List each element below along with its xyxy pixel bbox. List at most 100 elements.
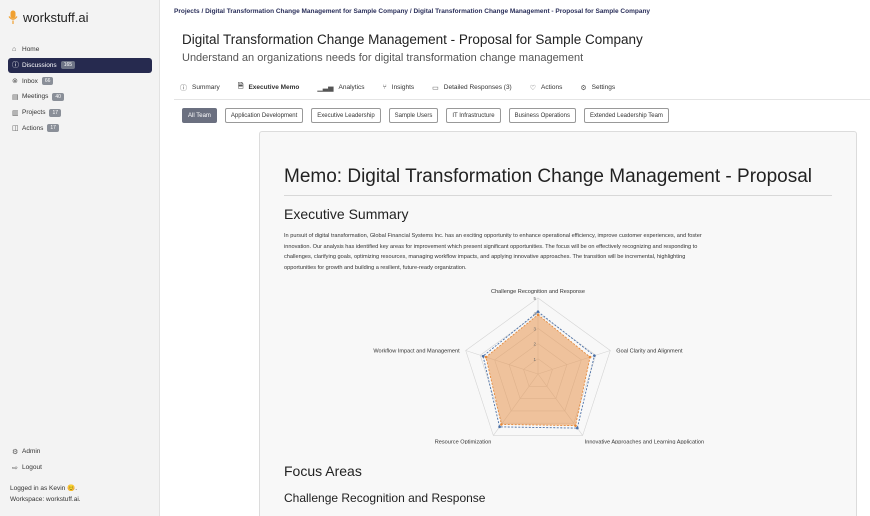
network-icon: ⑂ [382,84,387,91]
tab-label: Actions [541,84,563,91]
count-badge: 40 [52,92,64,101]
tab-bar: ⓘ Summary 🗎 Executive Memo ▁▃▅ Analytics… [180,82,633,93]
inbox-icon: ⊗ [12,78,18,86]
summary-line: innovation. Our analysis has identified … [284,243,698,250]
tab-summary[interactable]: ⓘ Summary [180,82,220,93]
radar-axis-label: Challenge Recognition and Response [491,289,585,295]
radar-data-point [593,354,596,357]
tab-divider [174,99,870,100]
radar-tick-label: 5 [533,296,536,301]
page-subtitle: Understand an organizations needs for di… [182,52,584,64]
actions-icon: ◫ [12,125,19,133]
radar-chart: 12345Challenge Recognition and ResponseG… [373,289,704,444]
radar-series-area [485,314,591,427]
radar-axis-label: Goal Clarity and Alignment [616,349,683,355]
filter-it-infrastructure[interactable]: IT Infrastructure [446,108,501,123]
focus-areas-heading: Focus Areas [284,463,362,479]
sidebar: workstuff.ai ⌂ Home ⓘ Discussions 165 ⊗ … [0,0,160,516]
tab-settings[interactable]: ⚙ Settings [580,82,615,93]
brand[interactable]: workstuff.ai [8,10,89,25]
summary-line: In pursuit of digital transformation, Gl… [284,233,702,239]
sidebar-item-label: Home [22,46,40,53]
tab-analytics[interactable]: ▁▃▅ Analytics [317,82,364,93]
tab-label: Detailed Responses (3) [443,84,512,91]
sidebar-nav: ⌂ Home ⓘ Discussions 165 ⊗ Inbox 66 ▤ Me… [8,42,152,137]
admin-gear-icon: ⚙ [12,448,19,456]
discussion-icon: ⓘ [12,62,19,70]
count-badge: 17 [47,124,59,133]
sidebar-item-projects[interactable]: ▥ Projects 17 [8,105,152,120]
filter-extended-leadership-team[interactable]: Extended Leadership Team [583,108,669,123]
workspace-text: Workspace: workstuff.ai. [10,496,81,503]
login-info: Logged in as Kevin 😊. Workspace: workstu… [10,483,81,505]
sidebar-item-label: Projects [22,109,46,117]
focus-area-subheading: Challenge Recognition and Response [284,491,486,505]
document-icon: 🗎 [237,83,244,90]
responses-icon: ▭ [432,84,439,92]
tab-label: Insights [391,84,415,91]
count-badge: 66 [41,77,54,86]
filter-executive-leadership[interactable]: Executive Leadership [311,108,381,123]
sidebar-item-logout[interactable]: ⇨ Logout [8,460,152,475]
radar-axis-label: Resource Optimization [435,439,492,444]
radar-axis-label: Innovative Approaches and Learning Appli… [585,439,704,444]
bar-chart-icon: ▁▃▅ [317,84,334,92]
sidebar-item-label: Actions [22,124,44,132]
summary-line: opportunities for growth and building a … [284,264,467,271]
tab-executive-memo[interactable]: 🗎 Executive Memo [238,82,300,93]
memo-divider [284,195,832,196]
filter-application-development[interactable]: Application Development [224,108,304,123]
radar-axis-label: Workflow Impact and Management [373,349,460,355]
team-filter-bar: All Team Application Development Executi… [182,108,669,123]
logged-in-text: Logged in as Kevin 😊. [10,485,77,492]
lightbulb-icon: ♡ [529,84,537,92]
sidebar-item-home[interactable]: ⌂ Home [8,42,152,57]
memo-panel: Memo: Digital Transformation Change Mana… [259,131,857,516]
settings-icon: ⚙ [580,84,587,92]
filter-sample-users[interactable]: Sample Users [388,108,439,123]
sidebar-item-label: Logout [22,464,42,471]
breadcrumb[interactable]: Projects / Digital Transformation Change… [174,8,650,15]
tab-label: Settings [591,84,616,91]
main-content: Projects / Digital Transformation Change… [160,0,870,516]
sidebar-item-admin[interactable]: ⚙ Admin [8,444,152,459]
page-title: Digital Transformation Change Management… [182,32,643,47]
sidebar-item-label: Inbox [22,77,38,85]
radar-data-point [498,425,501,429]
radar-data-point [588,355,592,359]
radar-data-point [484,355,488,359]
executive-summary-heading: Executive Summary [284,206,409,222]
radar-data-point [536,313,540,317]
tab-detailed-responses[interactable]: ▭ Detailed Responses (3) [432,82,512,93]
sidebar-item-label: Admin [22,448,41,455]
logout-icon: ⇨ [12,464,18,472]
memo-title: Memo: Digital Transformation Change Mana… [284,166,813,187]
radar-data-point [576,426,579,430]
sidebar-item-actions[interactable]: ◫ Actions 17 [8,121,152,136]
tab-actions[interactable]: ♡ Actions [530,82,563,93]
executive-summary-text: In pursuit of digital transformation, Gl… [284,231,784,273]
tab-label: Executive Memo [248,84,300,91]
radar-data-point [574,424,577,427]
filter-all-team[interactable]: All Team [182,108,217,123]
tab-insights[interactable]: ⑂ Insights [383,82,415,93]
projects-icon: ▥ [12,109,19,117]
home-icon: ⌂ [12,46,17,53]
radar-data-point [536,310,540,313]
summary-line: challenges, clarifying goals, optimizing… [284,254,686,260]
meetings-icon: ▤ [12,93,19,101]
sidebar-item-inbox[interactable]: ⊗ Inbox 66 [8,74,152,89]
radar-data-point [500,423,503,426]
radar-data-point [481,354,485,358]
tab-label: Analytics [338,84,365,91]
sidebar-item-label: Meetings [22,93,49,101]
sidebar-item-discussions[interactable]: ⓘ Discussions 165 [8,57,152,73]
microphone-logo-icon [8,10,18,24]
sidebar-item-label: Discussions [22,61,57,69]
count-badge: 165 [60,61,76,70]
sidebar-bottom-nav: ⚙ Admin ⇨ Logout [8,444,152,476]
sidebar-item-meetings[interactable]: ▤ Meetings 40 [8,89,152,104]
filter-business-operations[interactable]: Business Operations [508,108,576,123]
brand-name: workstuff.ai [23,10,89,25]
info-icon: ⓘ [180,84,187,92]
